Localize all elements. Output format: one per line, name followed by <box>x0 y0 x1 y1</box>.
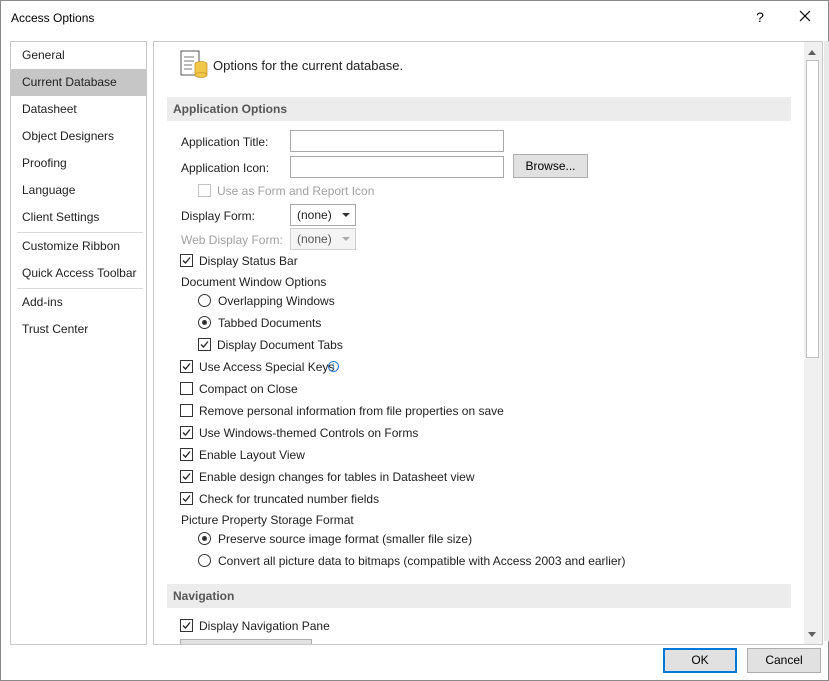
enable-layout-view-checkbox[interactable] <box>180 448 193 461</box>
enable-layout-view-label: Enable Layout View <box>199 448 305 462</box>
nav-item-datasheet[interactable]: Datasheet <box>11 96 146 123</box>
database-options-icon <box>180 50 208 78</box>
web-display-form-label: Web Display Form: <box>181 233 283 247</box>
check-truncated-label: Check for truncated number fields <box>199 492 380 506</box>
options-content-pane: Options for the current database. Applic… <box>153 41 823 645</box>
display-document-tabs-checkbox[interactable] <box>198 338 211 351</box>
nav-item-trust-center[interactable]: Trust Center <box>11 316 146 343</box>
nav-item-general[interactable]: General <box>11 42 146 69</box>
nav-item-object-designers[interactable]: Object Designers <box>11 123 146 150</box>
application-title-label: Application Title: <box>181 135 269 149</box>
browse-button[interactable]: Browse... <box>513 154 588 178</box>
options-category-list: General Current Database Datasheet Objec… <box>10 41 147 645</box>
nav-item-proofing[interactable]: Proofing <box>11 150 146 177</box>
display-form-select[interactable]: (none) <box>290 204 356 226</box>
nav-item-current-database[interactable]: Current Database <box>11 69 146 96</box>
display-form-label: Display Form: <box>181 209 256 223</box>
preserve-source-label: Preserve source image format (smaller fi… <box>218 532 473 546</box>
application-icon-label: Application Icon: <box>181 161 270 175</box>
dialog-title: Access Options <box>11 11 95 25</box>
use-as-icon-checkbox[interactable] <box>198 184 211 197</box>
checkmark-icon <box>182 622 191 629</box>
display-navigation-pane-label: Display Navigation Pane <box>199 619 330 633</box>
navigation-options-button[interactable] <box>180 639 312 644</box>
compact-on-close-checkbox[interactable] <box>180 382 193 395</box>
picture-storage-format-label: Picture Property Storage Format <box>181 513 354 527</box>
display-status-bar-checkbox[interactable] <box>180 254 193 267</box>
checkmark-icon <box>200 341 209 348</box>
checkmark-icon <box>182 451 191 458</box>
nav-item-client-settings[interactable]: Client Settings <box>11 204 146 231</box>
application-title-input[interactable] <box>290 130 504 152</box>
display-document-tabs-label: Display Document Tabs <box>217 338 343 352</box>
close-icon <box>799 10 811 22</box>
scroll-down-arrow-icon[interactable] <box>808 632 816 637</box>
preserve-source-radio[interactable] <box>198 532 211 545</box>
nav-item-quick-access-toolbar[interactable]: Quick Access Toolbar <box>11 260 146 287</box>
web-display-form-select[interactable]: (none) <box>290 228 356 250</box>
title-bar: Access Options ? <box>1 1 828 35</box>
remove-personal-info-checkbox[interactable] <box>180 404 193 417</box>
enable-design-changes-checkbox[interactable] <box>180 470 193 483</box>
display-status-bar-label: Display Status Bar <box>199 254 298 268</box>
background-window-edge <box>824 41 829 641</box>
section-navigation: Navigation <box>167 584 791 608</box>
help-button[interactable]: ? <box>753 9 767 25</box>
scroll-up-arrow-icon[interactable] <box>808 50 816 55</box>
windows-themed-controls-checkbox[interactable] <box>180 426 193 439</box>
scrollbar-thumb[interactable] <box>806 60 819 358</box>
use-access-special-keys-label: Use Access Special Keys <box>199 360 335 374</box>
section-application-options: Application Options <box>167 97 791 121</box>
ok-button[interactable]: OK <box>663 648 737 673</box>
vertical-scrollbar[interactable] <box>804 42 822 644</box>
access-options-dialog: Access Options ? General Current Databas… <box>0 0 829 681</box>
application-icon-input[interactable] <box>290 156 504 178</box>
use-access-special-keys-checkbox[interactable] <box>180 360 193 373</box>
radio-selected-dot <box>202 536 207 541</box>
nav-item-add-ins[interactable]: Add-ins <box>11 289 146 316</box>
display-navigation-pane-checkbox[interactable] <box>180 619 193 632</box>
convert-bitmaps-label: Convert all picture data to bitmaps (com… <box>218 554 626 568</box>
convert-bitmaps-radio[interactable] <box>198 554 211 567</box>
compact-on-close-label: Compact on Close <box>199 382 298 396</box>
nav-item-customize-ribbon[interactable]: Customize Ribbon <box>11 233 146 260</box>
overlapping-windows-radio[interactable] <box>198 294 211 307</box>
tabbed-documents-label: Tabbed Documents <box>218 316 322 330</box>
use-as-icon-label: Use as Form and Report Icon <box>217 184 375 198</box>
document-window-options-label: Document Window Options <box>181 275 327 289</box>
radio-selected-dot <box>202 320 207 325</box>
page-header: Options for the current database. <box>213 58 404 73</box>
close-button[interactable] <box>796 7 814 25</box>
enable-design-changes-label: Enable design changes for tables in Data… <box>199 470 475 484</box>
overlapping-windows-label: Overlapping Windows <box>218 294 335 308</box>
checkmark-icon <box>182 473 191 480</box>
info-icon[interactable]: i <box>328 361 339 372</box>
check-truncated-checkbox[interactable] <box>180 492 193 505</box>
checkmark-icon <box>182 363 191 370</box>
tabbed-documents-radio[interactable] <box>198 316 211 329</box>
checkmark-icon <box>182 429 191 436</box>
chevron-down-icon <box>342 237 350 241</box>
chevron-down-icon <box>342 213 350 217</box>
windows-themed-controls-label: Use Windows-themed Controls on Forms <box>199 426 419 440</box>
cancel-button[interactable]: Cancel <box>747 648 821 673</box>
checkmark-icon <box>182 257 191 264</box>
remove-personal-info-label: Remove personal information from file pr… <box>199 404 504 418</box>
nav-item-language[interactable]: Language <box>11 177 146 204</box>
checkmark-icon <box>182 495 191 502</box>
